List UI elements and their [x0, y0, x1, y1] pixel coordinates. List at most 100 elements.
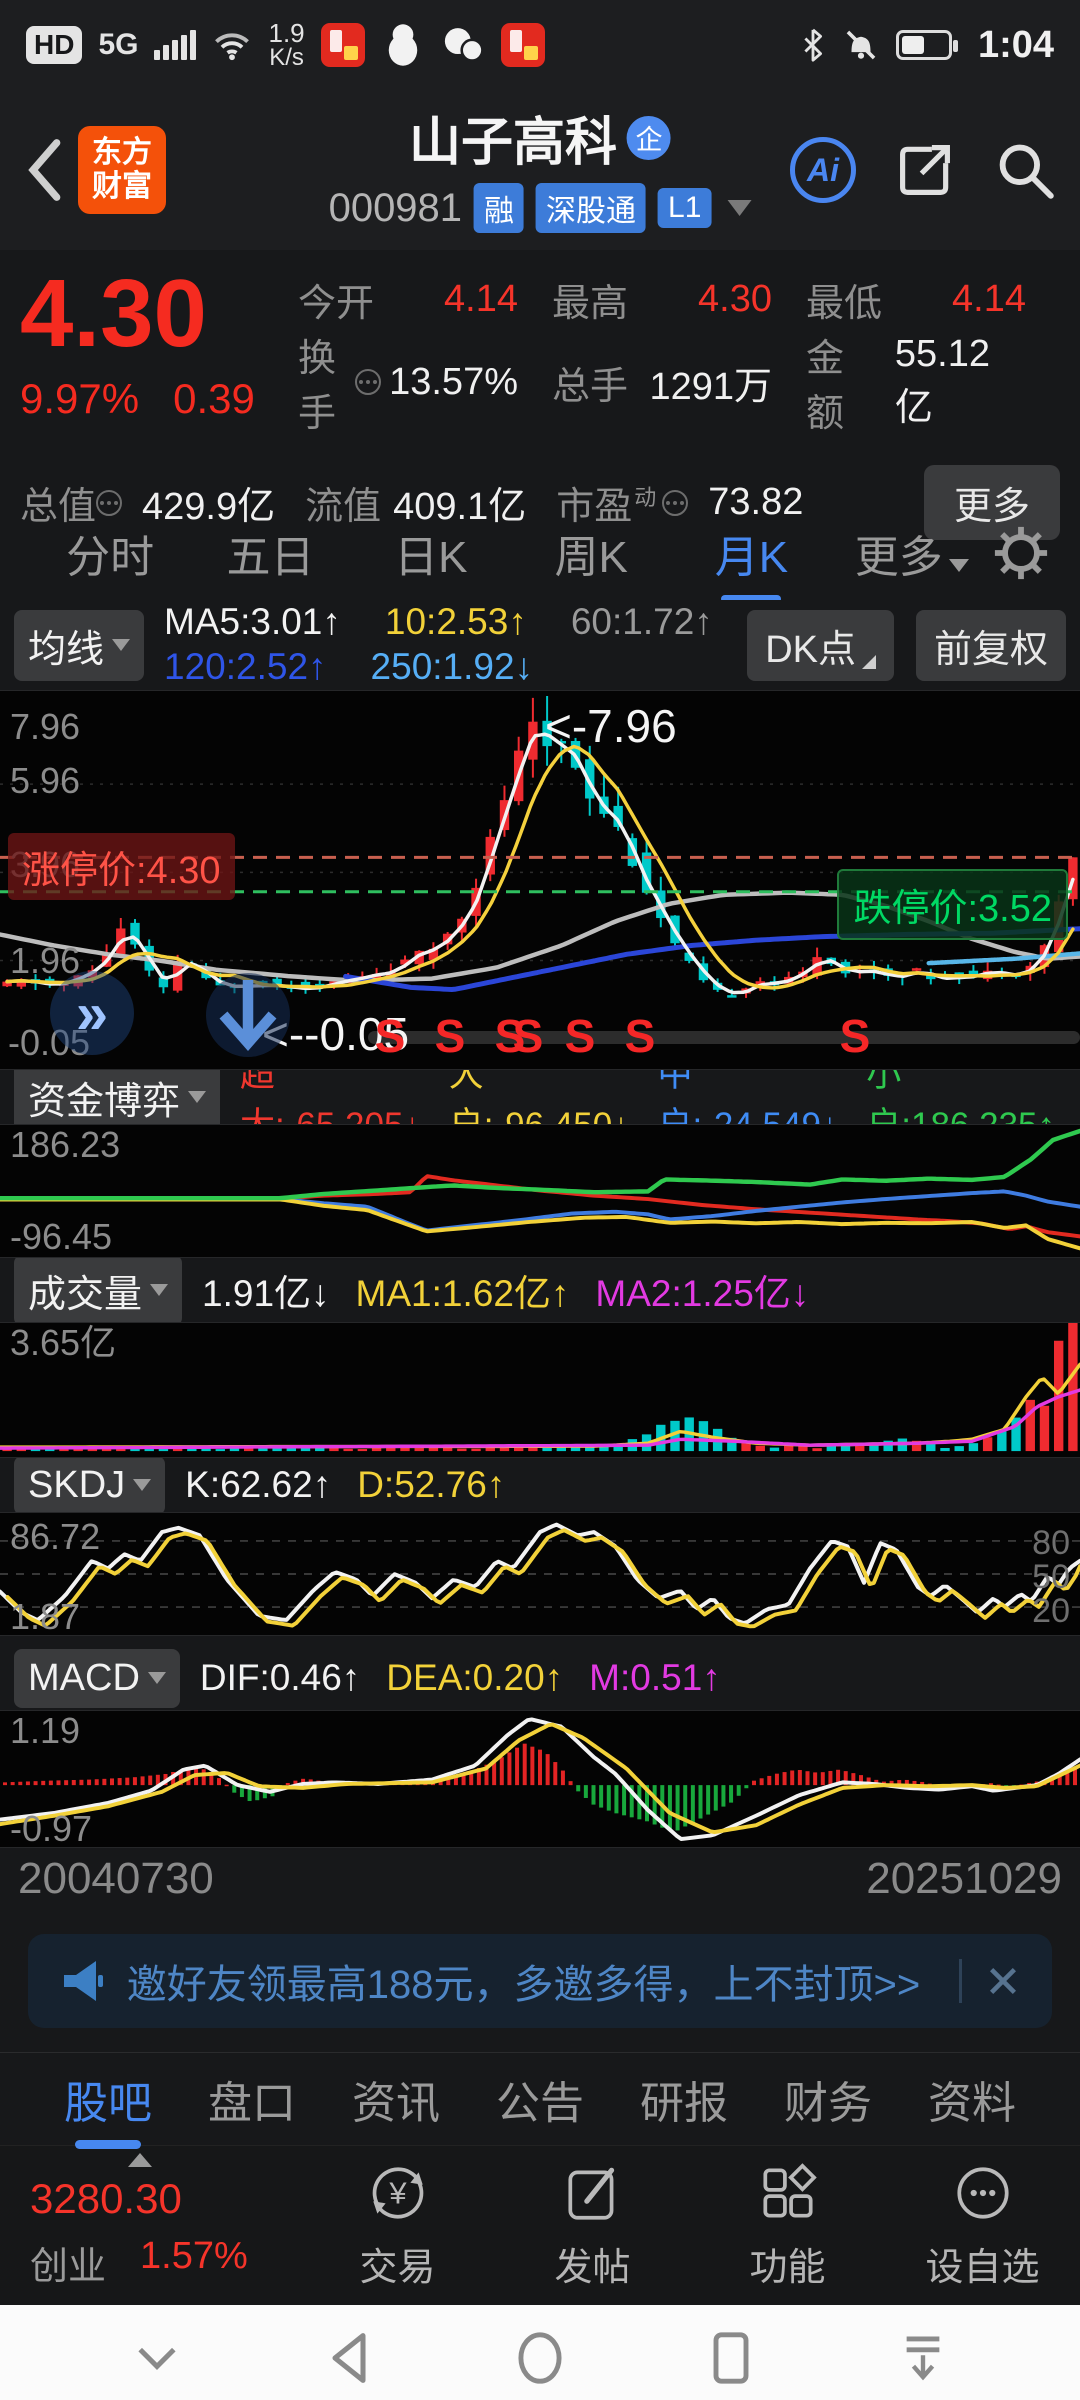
fund-dropdown-button[interactable]: 资金博弈 [14, 1061, 221, 1133]
search-icon[interactable] [994, 139, 1056, 201]
change-amount: 0.39 [173, 374, 255, 422]
dk-point-button[interactable]: DK点 [747, 609, 894, 681]
nav-more-button[interactable] [895, 2328, 951, 2388]
macd-dropdown-button[interactable]: MACD [14, 1648, 180, 1708]
tab-weekly-k[interactable]: 周K [511, 507, 671, 599]
svg-text:¥: ¥ [388, 2175, 407, 2210]
stat-low: 最低 4.14 [806, 278, 1026, 325]
tab-order-book[interactable]: 盘口 [180, 2057, 324, 2141]
period-tab-bar: 分时 五日 日K 周K 月K 更多 [0, 505, 1080, 600]
expand-triangle-icon [128, 2153, 152, 2167]
add-watchlist-button[interactable]: 设自选 [885, 2160, 1080, 2291]
volume-chart[interactable]: 3.65亿 [0, 1322, 1080, 1458]
clock: 1:04 [977, 23, 1054, 66]
phone-screen: HD 5G 1.9 K/s 1:04 东方 财富 山子高科 企 000981 融… [0, 0, 1080, 2400]
index-quote-block[interactable]: 3280.30 创业 1.57% [0, 2153, 300, 2290]
level-tag: L1 [658, 188, 712, 228]
nav-recents-button[interactable] [706, 2328, 756, 2388]
scroll-down-button[interactable] [206, 973, 290, 1057]
stock-title-block[interactable]: 山子高科 企 000981 融 深股通 L1 [329, 100, 752, 233]
ma60-value: 60:1.72↑ [570, 601, 713, 643]
change-percent: 9.97% [20, 374, 140, 422]
ai-assistant-button[interactable]: Ai [790, 137, 856, 203]
nav-back-button[interactable] [324, 2330, 374, 2386]
chevron-down-icon [147, 1672, 166, 1684]
tab-financials[interactable]: 财务 [756, 2057, 900, 2141]
tab-daily-k[interactable]: 日K [351, 507, 511, 599]
connect-tag: 深股通 [536, 183, 647, 233]
fund-indicator-header: 资金博弈 超大:-65.205↓ 大户:-96.450↓ 中户:-24.549↓… [0, 1055, 1080, 1145]
chevron-down-icon [133, 1479, 152, 1491]
chevron-down-icon [948, 558, 969, 572]
expand-chart-button[interactable]: » [50, 971, 134, 1055]
tab-profile[interactable]: 资料 [900, 2057, 1044, 2141]
macd-chart[interactable]: 1.19 -0.97 [0, 1710, 1080, 1848]
banner-area: 邀好友领最高188元，多邀多得，上不封顶>> [0, 1910, 1080, 2052]
skdj-dropdown-button[interactable]: SKDJ [14, 1455, 166, 1515]
post-button[interactable]: 发帖 [495, 2160, 690, 2291]
stock-code: 000981 [328, 185, 463, 230]
tab-monthly-k[interactable]: 月K [671, 507, 831, 599]
system-navbar [0, 2305, 1080, 2400]
megaphone-icon [64, 1961, 103, 2001]
enterprise-badge[interactable]: 企 [627, 115, 672, 160]
hide-navbar-chevron[interactable] [129, 2338, 185, 2378]
tab-research[interactable]: 研报 [612, 2057, 756, 2141]
volume-dropdown-button[interactable]: 成交量 [14, 1254, 183, 1326]
status-bar: HD 5G 1.9 K/s 1:04 [0, 0, 1080, 90]
stat-amount: 金额 55.12亿 [806, 333, 990, 435]
skdj-chart[interactable]: 86.72 1.87 80 50 20 [0, 1512, 1080, 1636]
main-kline-chart[interactable]: 7.96 5.96 3.96 1.96 -0.05 涨停价:4.30 跌停价:3… [0, 690, 1080, 1070]
network-speed: 1.9 K/s [268, 18, 305, 71]
share-icon[interactable] [894, 139, 956, 201]
chevron-down-icon[interactable] [727, 200, 752, 216]
bottom-action-bar: 3280.30 创业 1.57% ¥ 交易 发帖 功能 设自选 [0, 2145, 1080, 2305]
macd-indicator-header: MACD DIF:0.46↑ DEA:0.20↑ M:0.51↑ [0, 1646, 1080, 1710]
chart-settings-gear-icon[interactable] [992, 524, 1050, 582]
fund-battle-chart[interactable]: 186.23 -96.45 [0, 1124, 1080, 1258]
volume-ma1: MA1:1.62亿↑ [355, 1273, 570, 1314]
date-axis: 20040730 20251029 [0, 1848, 1080, 1910]
close-icon[interactable] [984, 1962, 1022, 2000]
stat-turnover-rate: 换手 13.57% [298, 338, 518, 435]
volume-value: 1.91亿↓ [202, 1273, 330, 1314]
tab-news[interactable]: 资讯 [324, 2057, 468, 2141]
qq-icon [381, 23, 425, 67]
back-button[interactable] [24, 137, 64, 203]
nav-home-button[interactable] [512, 2328, 568, 2388]
volume-indicator-header: 成交量 1.91亿↓ MA1:1.62亿↑ MA2:1.25亿↓ [0, 1254, 1080, 1326]
chevron-down-icon [150, 1284, 169, 1296]
tab-stock-forum[interactable]: 股吧 [36, 2057, 180, 2141]
compose-icon [567, 2167, 614, 2220]
mute-bell-icon [846, 30, 876, 60]
bluetooth-icon [804, 28, 822, 62]
tab-announcements[interactable]: 公告 [468, 2057, 612, 2141]
battery-icon [895, 30, 958, 60]
skdj-d-value: D:52.76↑ [357, 1464, 506, 1505]
quote-panel: 4.30 9.97% 0.39 今开 4.14 最高 4.30 最低 4.14 换手 1… [0, 250, 1080, 540]
stat-high: 最高 4.30 [552, 278, 772, 325]
index-name: 创业 [30, 2246, 107, 2288]
features-button[interactable]: 功能 [690, 2160, 885, 2291]
forward-adjust-button[interactable]: 前复权 [915, 609, 1066, 681]
stat-open: 今开 4.14 [298, 278, 518, 325]
grid-icon [762, 2163, 817, 2218]
trade-yuan-icon: ¥ [372, 2167, 423, 2219]
margin-tag: 融 [474, 183, 525, 233]
divider [959, 1959, 962, 2003]
network-type-label: 5G [98, 28, 139, 61]
tab-5day[interactable]: 五日 [190, 507, 350, 599]
corner-icon [861, 654, 876, 669]
app-header: 东方 财富 山子高科 企 000981 融 深股通 L1 Ai [0, 90, 1080, 250]
ma-indicator-row: 均线 MA5:3.01↑ 10:2.53↑ 60:1.72↑ 120:2.52↑… [0, 600, 1080, 690]
macd-m-value: M:0.51↑ [589, 1657, 721, 1698]
tab-more-periods[interactable]: 更多 [832, 507, 992, 599]
info-icon[interactable] [355, 369, 382, 395]
trade-button[interactable]: ¥ 交易 [300, 2160, 495, 2291]
ma-dropdown-button[interactable]: 均线 [14, 609, 145, 681]
ma250-value: 250:1.92↓ [370, 646, 534, 687]
stat-total-lots: 总手 1291万 [552, 365, 772, 408]
tab-minute[interactable]: 分时 [30, 507, 190, 599]
promo-banner[interactable]: 邀好友领最高188元，多邀多得，上不封顶>> [28, 1934, 1052, 2028]
skdj-k-value: K:62.62↑ [185, 1464, 332, 1505]
